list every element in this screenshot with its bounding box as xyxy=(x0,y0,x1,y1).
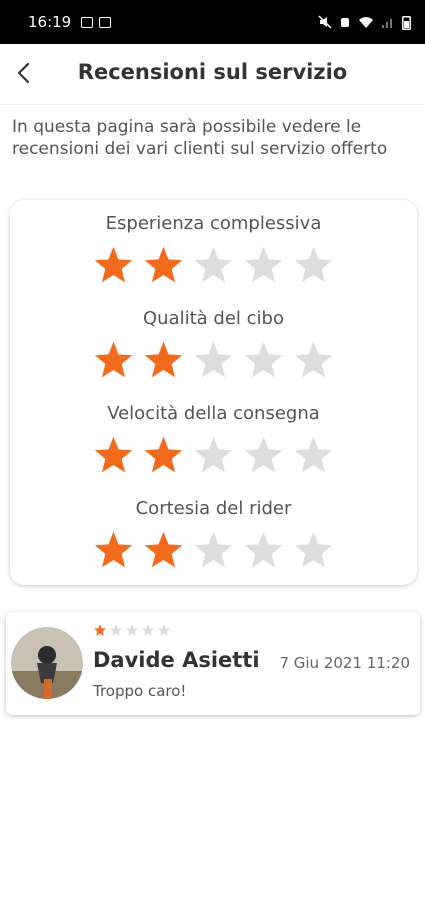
star-empty-icon xyxy=(294,436,333,473)
star-empty-icon xyxy=(244,341,283,378)
rating-overall: Esperienza complessiva xyxy=(10,212,417,285)
page-title: Recensioni sul servizio xyxy=(77,60,348,84)
star-rating xyxy=(10,434,417,475)
star-empty-icon xyxy=(294,341,333,378)
alarm-icon xyxy=(341,18,349,27)
star-empty-icon xyxy=(194,341,233,378)
review-stars xyxy=(93,623,171,637)
reviewer-name: Davide Asietti xyxy=(93,648,260,672)
star-empty-icon xyxy=(194,246,233,283)
star-filled-icon xyxy=(94,531,133,568)
rating-food-quality: Qualità del cibo xyxy=(10,307,417,380)
star-filled-icon xyxy=(144,436,183,473)
wifi-icon xyxy=(359,16,373,28)
star-empty-icon xyxy=(244,531,283,568)
star-filled-icon xyxy=(144,531,183,568)
star-empty-icon xyxy=(194,531,233,568)
rating-rider-courtesy: Cortesia del rider xyxy=(10,497,417,570)
star-rating xyxy=(10,529,417,570)
star-filled-icon xyxy=(144,246,183,283)
status-icons xyxy=(318,15,411,30)
battery-icon xyxy=(402,15,411,30)
star-filled-icon xyxy=(94,436,133,473)
app-header: Recensioni sul servizio xyxy=(0,44,425,105)
star-empty-icon xyxy=(294,246,333,283)
star-filled-icon xyxy=(94,341,133,378)
star-filled-icon xyxy=(144,341,183,378)
avatar xyxy=(11,627,83,699)
star-filled-icon xyxy=(94,246,133,283)
star-filled-icon xyxy=(93,624,107,636)
star-empty-icon xyxy=(109,624,123,636)
star-empty-icon xyxy=(194,436,233,473)
status-time: 16:19 xyxy=(28,13,72,31)
star-empty-icon xyxy=(157,624,171,636)
star-empty-icon xyxy=(294,531,333,568)
rating-label: Esperienza complessiva xyxy=(105,213,322,234)
rating-label: Qualità del cibo xyxy=(143,308,284,329)
gallery-notification-icon xyxy=(81,16,94,28)
rating-delivery-speed: Velocità della consegna xyxy=(10,402,417,475)
star-empty-icon xyxy=(244,246,283,283)
signal-icon xyxy=(382,19,392,28)
mail-notification-icon xyxy=(99,16,112,28)
rating-summary-card: Esperienza complessiva Qualità del cibo … xyxy=(10,200,417,585)
review-comment: Troppo caro! xyxy=(93,682,187,700)
review-date: 7 Giu 2021 11:20 xyxy=(279,654,410,672)
intro-text: In questa pagina sarà possibile vedere l… xyxy=(12,117,388,159)
star-empty-icon xyxy=(244,436,283,473)
rating-label: Cortesia del rider xyxy=(135,498,292,519)
star-empty-icon xyxy=(125,624,139,636)
star-empty-icon xyxy=(141,624,155,636)
star-rating xyxy=(10,244,417,285)
star-rating xyxy=(10,339,417,380)
mute-icon xyxy=(318,15,332,29)
rating-label: Velocità della consegna xyxy=(107,403,320,424)
review-card[interactable]: Davide Asietti 7 Giu 2021 11:20 Troppo c… xyxy=(6,612,420,715)
status-bar: 16:19 xyxy=(0,0,425,44)
